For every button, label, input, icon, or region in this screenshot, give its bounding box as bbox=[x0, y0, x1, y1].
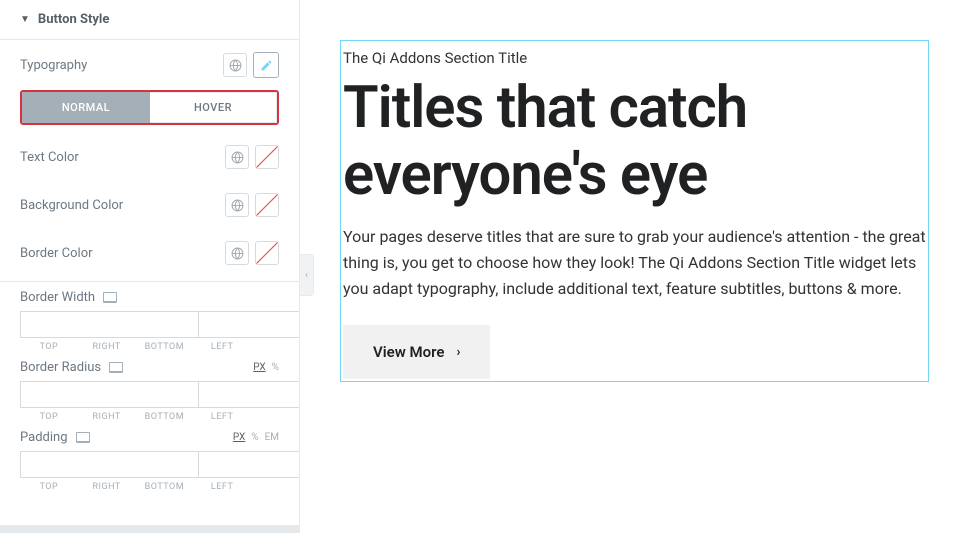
tab-hover[interactable]: HOVER bbox=[150, 92, 277, 123]
border-radius-right[interactable] bbox=[198, 381, 300, 408]
bg-color-swatch[interactable] bbox=[255, 193, 279, 217]
text-color-row: Text Color bbox=[0, 133, 299, 181]
sidebar-footer bbox=[0, 525, 300, 533]
side-top: TOP bbox=[20, 482, 78, 492]
border-color-label: Border Color bbox=[20, 246, 93, 261]
padding-label: Padding bbox=[20, 430, 68, 445]
typography-label: Typography bbox=[20, 58, 87, 73]
padding-top[interactable] bbox=[20, 451, 198, 478]
border-color-swatch[interactable] bbox=[255, 241, 279, 265]
unit-em[interactable]: EM bbox=[265, 432, 279, 443]
section-header[interactable]: ▼ Button Style bbox=[0, 0, 299, 40]
side-right: RIGHT bbox=[78, 412, 136, 422]
responsive-icon[interactable] bbox=[76, 432, 90, 443]
side-left: LEFT bbox=[193, 412, 251, 422]
typography-row: Typography bbox=[0, 40, 299, 90]
button-label: View More bbox=[373, 343, 444, 361]
side-top: TOP bbox=[20, 412, 78, 422]
side-right: RIGHT bbox=[78, 342, 136, 352]
side-top: TOP bbox=[20, 342, 78, 352]
state-tabs: NORMAL HOVER bbox=[20, 90, 279, 125]
pencil-icon[interactable] bbox=[253, 52, 279, 78]
unit-px[interactable]: PX bbox=[253, 362, 265, 373]
tab-normal[interactable]: NORMAL bbox=[22, 92, 150, 123]
globe-icon[interactable] bbox=[223, 53, 247, 77]
border-width-right[interactable] bbox=[198, 311, 300, 338]
border-radius-top[interactable] bbox=[20, 381, 198, 408]
view-more-button[interactable]: View More › bbox=[343, 325, 490, 379]
border-radius-control: Border Radius PX % TOP RIGHT BOTTOM LEFT bbox=[0, 352, 299, 422]
unit-px[interactable]: PX bbox=[233, 432, 245, 443]
widget-description: Your pages deserve titles that are sure … bbox=[341, 216, 928, 325]
side-bottom: BOTTOM bbox=[136, 342, 194, 352]
settings-sidebar: ▼ Button Style Typography NORMAL HOVER T… bbox=[0, 0, 300, 533]
border-radius-label: Border Radius bbox=[20, 360, 101, 375]
border-width-control: Border Width TOP RIGHT BOTTOM LEFT bbox=[0, 282, 299, 352]
globe-icon[interactable] bbox=[225, 241, 249, 265]
text-color-label: Text Color bbox=[20, 150, 79, 165]
chevron-right-icon: › bbox=[456, 345, 460, 360]
globe-icon[interactable] bbox=[225, 145, 249, 169]
responsive-icon[interactable] bbox=[109, 362, 123, 373]
text-color-swatch[interactable] bbox=[255, 145, 279, 169]
widget-subtitle: The Qi Addons Section Title bbox=[341, 41, 928, 73]
responsive-icon[interactable] bbox=[103, 292, 117, 303]
border-width-label: Border Width bbox=[20, 290, 95, 305]
padding-control: Padding PX % EM TOP RIGHT BOTTOM LEFT bbox=[0, 422, 299, 492]
border-width-top[interactable] bbox=[20, 311, 198, 338]
side-bottom: BOTTOM bbox=[136, 482, 194, 492]
unit-pct[interactable]: % bbox=[272, 362, 279, 373]
side-left: LEFT bbox=[193, 482, 251, 492]
padding-right[interactable] bbox=[198, 451, 300, 478]
section-title-widget[interactable]: The Qi Addons Section Title Titles that … bbox=[340, 40, 929, 382]
side-left: LEFT bbox=[193, 342, 251, 352]
section-title: Button Style bbox=[38, 12, 109, 27]
unit-pct[interactable]: % bbox=[251, 432, 258, 443]
globe-icon[interactable] bbox=[225, 193, 249, 217]
widget-title: Titles that catch everyone's eye bbox=[341, 73, 928, 216]
border-color-row: Border Color bbox=[0, 229, 299, 277]
bg-color-row: Background Color bbox=[0, 181, 299, 229]
side-right: RIGHT bbox=[78, 482, 136, 492]
caret-down-icon: ▼ bbox=[20, 14, 30, 25]
side-bottom: BOTTOM bbox=[136, 412, 194, 422]
preview-canvas: The Qi Addons Section Title Titles that … bbox=[300, 0, 969, 533]
bg-color-label: Background Color bbox=[20, 198, 123, 213]
